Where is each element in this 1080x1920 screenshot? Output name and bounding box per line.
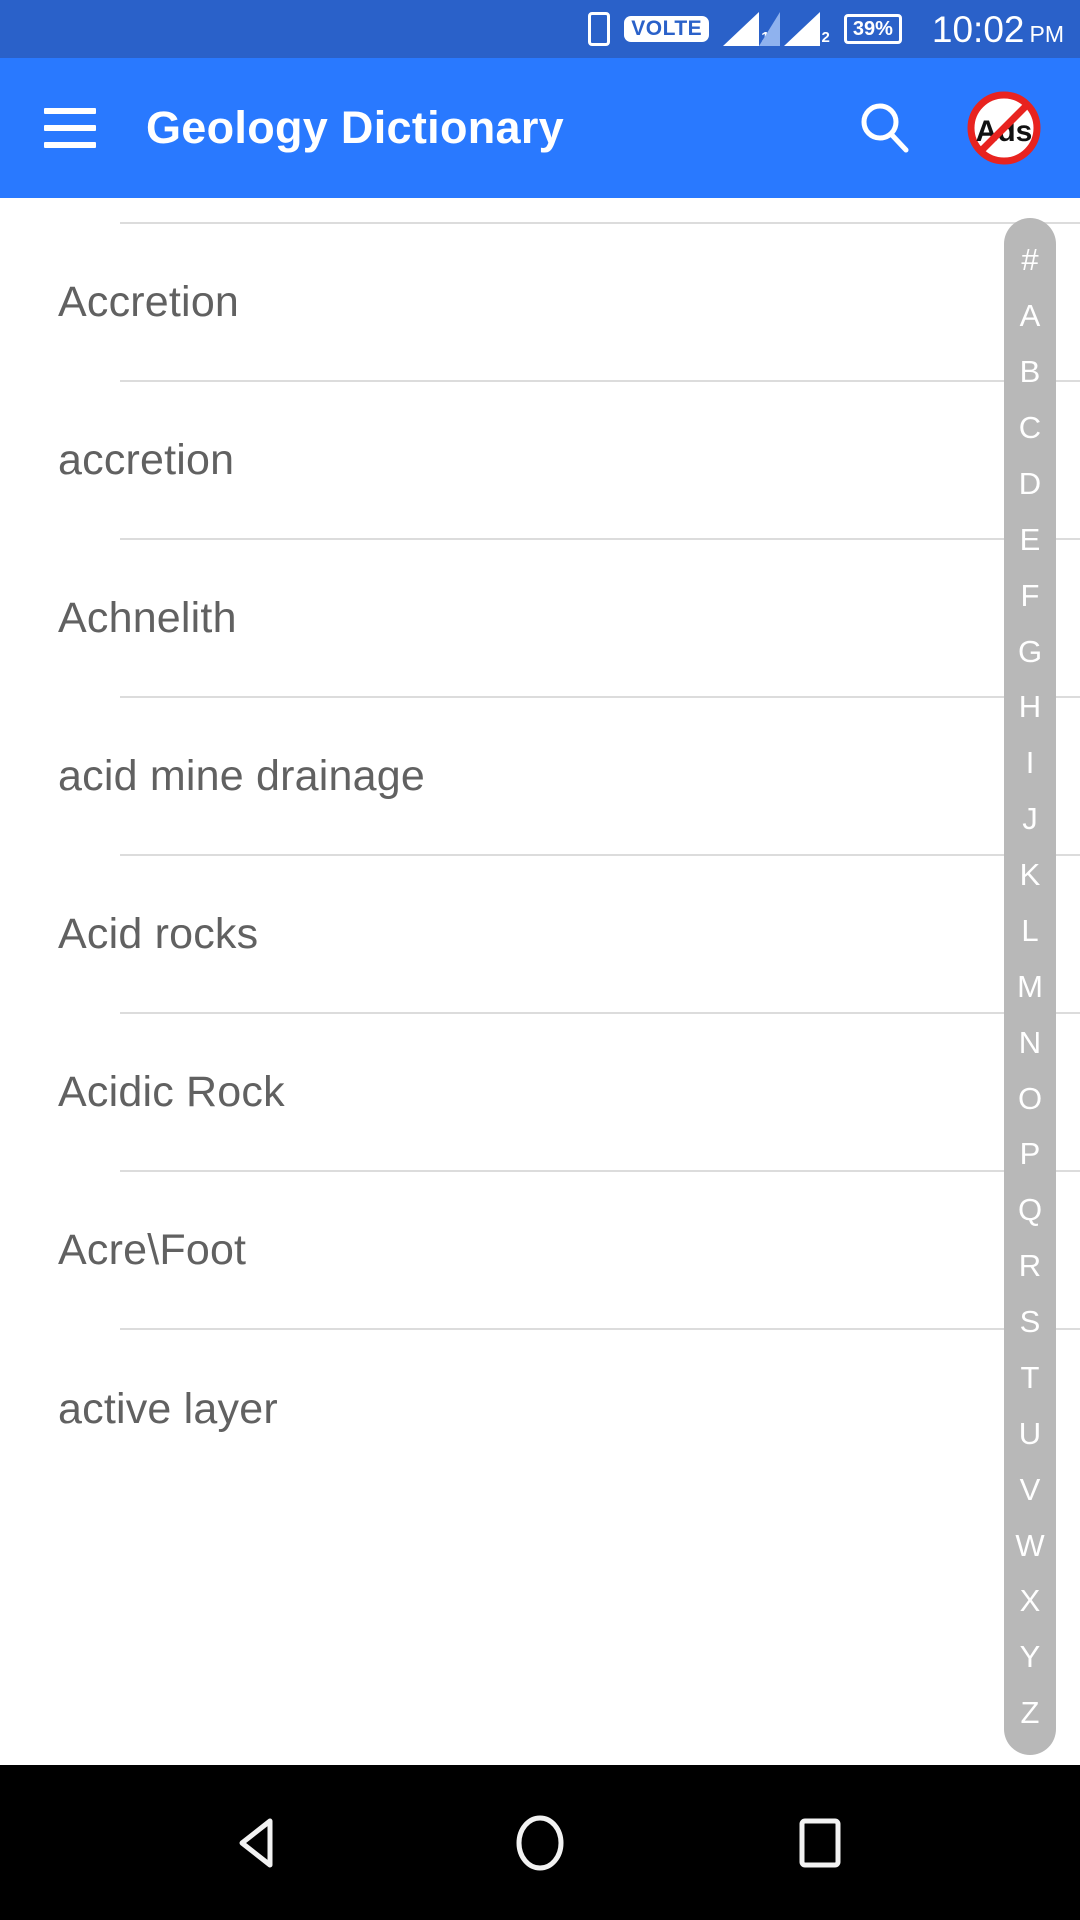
fast-scroll-letter[interactable]: U (1004, 1418, 1056, 1449)
search-icon[interactable] (852, 95, 918, 161)
clock-time: 10:02 (931, 8, 1025, 50)
status-bar: VOLTE 1 2 39% 10:02 PM (0, 0, 1080, 58)
fast-scroll-letter[interactable]: W (1004, 1530, 1056, 1561)
fast-scroll-letter[interactable]: P (1004, 1138, 1056, 1169)
phone-icon (588, 12, 611, 46)
list-item-label: Achnelith (58, 593, 237, 642)
fast-scroll-letter[interactable]: C (1004, 412, 1056, 443)
fast-scroll-letter[interactable]: S (1004, 1306, 1056, 1337)
list-item[interactable]: Acre\Foot (58, 1172, 1080, 1330)
fast-scroll-letter[interactable]: X (1004, 1585, 1056, 1616)
fast-scroll-letter[interactable]: Y (1004, 1641, 1056, 1672)
list-item[interactable]: accretion (58, 382, 1080, 540)
list-item-label: accretion (58, 435, 235, 484)
fast-scroll-letter[interactable]: L (1004, 915, 1056, 946)
list-item[interactable]: Acidic Rock (58, 1014, 1080, 1172)
app-root: VOLTE 1 2 39% 10:02 PM Geology Dictionar… (0, 0, 1080, 1920)
fast-scroll-letter[interactable]: V (1004, 1474, 1056, 1505)
fast-scroll-letter[interactable]: Q (1004, 1194, 1056, 1225)
back-triangle-icon[interactable] (205, 1788, 315, 1898)
block-ads-icon[interactable]: Ads (964, 88, 1044, 168)
fast-scroll-letter[interactable]: I (1004, 747, 1056, 778)
fast-scroll-letter[interactable]: J (1004, 803, 1056, 834)
hamburger-menu-icon[interactable] (44, 108, 96, 148)
list-item[interactable]: Achnelith (58, 540, 1080, 698)
page-title: Geology Dictionary (146, 102, 564, 153)
home-circle-icon[interactable] (485, 1788, 595, 1898)
signal-sim1-icon: 1 (723, 12, 781, 46)
android-nav-bar (0, 1765, 1080, 1920)
clock-ampm: PM (1029, 20, 1065, 47)
fast-scroll-letter[interactable]: B (1004, 356, 1056, 387)
fast-scroll-letter[interactable]: F (1004, 580, 1056, 611)
signal-sim2-icon: 2 (783, 12, 830, 46)
fast-scroll-letter[interactable]: O (1004, 1083, 1056, 1114)
recents-square-icon[interactable] (765, 1788, 875, 1898)
fast-scroll-letter[interactable]: N (1004, 1027, 1056, 1058)
list-item[interactable]: active layer (58, 1330, 1080, 1488)
status-clock: 10:02 PM (932, 11, 1064, 48)
fast-scroll-letter[interactable]: A (1004, 300, 1056, 331)
list-item[interactable]: Acid rocks (58, 856, 1080, 1014)
fast-scroll-letter[interactable]: E (1004, 524, 1056, 555)
list-item-label: Acid rocks (58, 909, 259, 958)
fast-scroll-letter[interactable]: K (1004, 859, 1056, 890)
fast-scroll-letter[interactable]: # (1004, 244, 1056, 275)
fast-scroll-letter[interactable]: H (1004, 691, 1056, 722)
dictionary-list-container[interactable]: Accretion accretion Achnelith acid mine … (0, 198, 1080, 1765)
alphabet-fast-scroll[interactable]: # A B C D E F G H I J K L M N O P Q R S T U V W X Y Z (1004, 218, 1056, 1755)
volte-icon: VOLTE (624, 16, 710, 42)
fast-scroll-letter[interactable]: D (1004, 468, 1056, 499)
list-item-label: Acidic Rock (58, 1067, 285, 1116)
dictionary-list: Accretion accretion Achnelith acid mine … (0, 198, 1080, 1488)
list-item-label: Accretion (58, 277, 240, 326)
list-item-label: active layer (58, 1384, 278, 1433)
fast-scroll-letter[interactable]: T (1004, 1362, 1056, 1393)
battery-icon: 39% (843, 14, 902, 44)
fast-scroll-letter[interactable]: M (1004, 971, 1056, 1002)
status-icons: VOLTE 1 2 39% 10:02 PM (588, 11, 1064, 48)
list-item-label: acid mine drainage (58, 751, 425, 800)
list-item[interactable]: acid mine drainage (58, 698, 1080, 856)
fast-scroll-letter[interactable]: R (1004, 1250, 1056, 1281)
fast-scroll-letter[interactable]: G (1004, 636, 1056, 667)
app-bar: Geology Dictionary Ads (0, 58, 1080, 198)
list-item[interactable]: Accretion (58, 224, 1080, 382)
list-item-partial-top (120, 198, 1080, 224)
sim2-label: 2 (821, 29, 830, 46)
list-item-label: Acre\Foot (58, 1225, 247, 1274)
fast-scroll-letter[interactable]: Z (1004, 1697, 1056, 1728)
